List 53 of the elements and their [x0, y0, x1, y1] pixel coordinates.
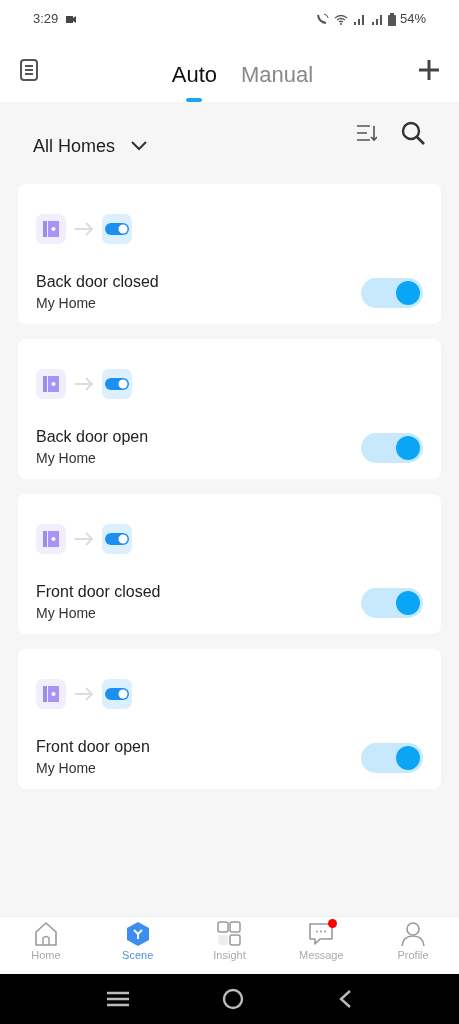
- wifi-call-icon: [315, 13, 330, 25]
- arrow-right-icon: [74, 532, 94, 546]
- wifi-icon: [333, 13, 348, 25]
- add-icon[interactable]: [419, 60, 439, 80]
- camera-icon: [66, 15, 77, 23]
- switch-icon: [102, 369, 132, 399]
- switch-icon: [102, 679, 132, 709]
- sort-icon[interactable]: [357, 124, 377, 142]
- scene-home: My Home: [36, 759, 97, 778]
- hexagon-icon: [124, 921, 151, 947]
- door-sensor-icon: [36, 524, 66, 554]
- toggle-switch[interactable]: [361, 277, 423, 308]
- toggle-switch[interactable]: [361, 742, 423, 773]
- scene-title: Back door open: [36, 427, 149, 447]
- scene-card[interactable]: Front door open My Home: [18, 649, 441, 789]
- scene-card[interactable]: Back door open My Home: [18, 339, 441, 479]
- door-sensor-icon: [36, 214, 66, 244]
- switch-icon: [102, 524, 132, 554]
- scene-title: Front door closed: [36, 582, 161, 602]
- person-icon: [400, 921, 427, 947]
- scene-title: Back door closed: [36, 272, 159, 292]
- notification-dot: [327, 919, 337, 928]
- tab[interactable]: Manual: [241, 62, 314, 102]
- arrow-right-icon: [74, 687, 94, 701]
- toggle-switch[interactable]: [361, 587, 423, 618]
- battery-icon: [387, 12, 396, 26]
- scene-card[interactable]: Back door closed My Home: [18, 184, 441, 324]
- door-sensor-icon: [36, 369, 66, 399]
- home-icon: [32, 921, 59, 947]
- chevron-down-icon: [131, 141, 148, 151]
- arrow-right-icon: [74, 222, 94, 236]
- grid-icon: [216, 921, 243, 947]
- door-sensor-icon: [36, 679, 66, 709]
- status-time: 3:29: [33, 10, 59, 29]
- home-filter-dropdown[interactable]: All Homes: [33, 132, 148, 160]
- scene-card[interactable]: Front door closed My Home: [18, 494, 441, 634]
- scene-home: My Home: [36, 294, 97, 313]
- scene-home: My Home: [36, 604, 97, 623]
- tab[interactable]: Auto: [171, 62, 218, 102]
- back-icon[interactable]: [338, 989, 353, 1009]
- switch-icon: [102, 214, 132, 244]
- toggle-switch[interactable]: [361, 432, 423, 463]
- list-icon[interactable]: [20, 59, 38, 81]
- chat-bubble-icon: [308, 921, 335, 947]
- scene-title: Front door open: [36, 737, 150, 757]
- signal-icon: [351, 13, 366, 25]
- recent-apps-icon[interactable]: [106, 991, 129, 1007]
- home-button-icon[interactable]: [222, 988, 245, 1010]
- search-icon[interactable]: [401, 121, 425, 145]
- signal-icon: [369, 13, 384, 25]
- battery-level: 54%: [399, 10, 426, 29]
- arrow-right-icon: [74, 377, 94, 391]
- scene-home: My Home: [36, 449, 97, 468]
